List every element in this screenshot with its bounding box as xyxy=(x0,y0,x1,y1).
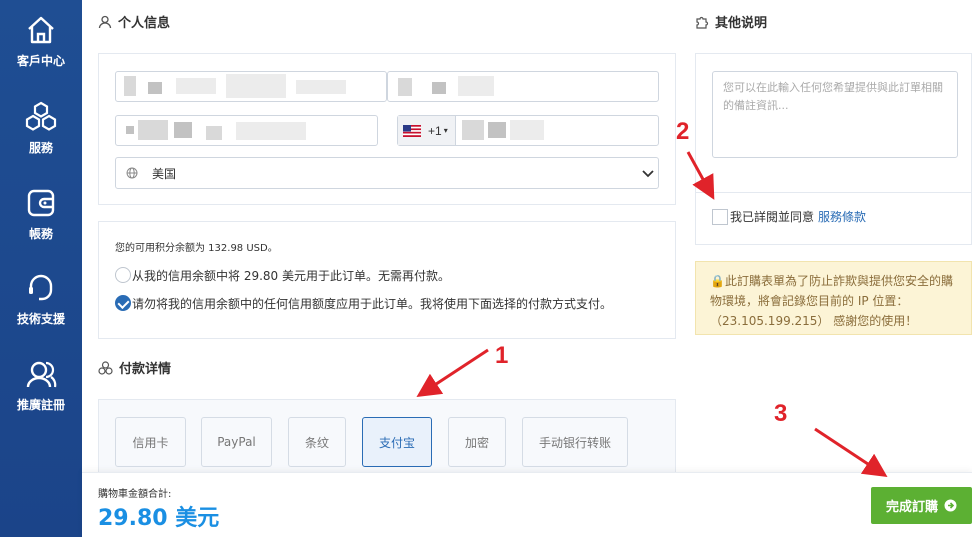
annotation-number-2: 2 xyxy=(676,118,690,145)
annotation-arrow-2 xyxy=(686,151,715,200)
annotation-arrows xyxy=(416,151,888,477)
annotation-arrow-3 xyxy=(814,427,888,477)
annotation-number-3: 3 xyxy=(774,400,788,427)
annotation-number-1: 1 xyxy=(495,342,509,369)
annotation-arrow-1 xyxy=(416,348,489,397)
